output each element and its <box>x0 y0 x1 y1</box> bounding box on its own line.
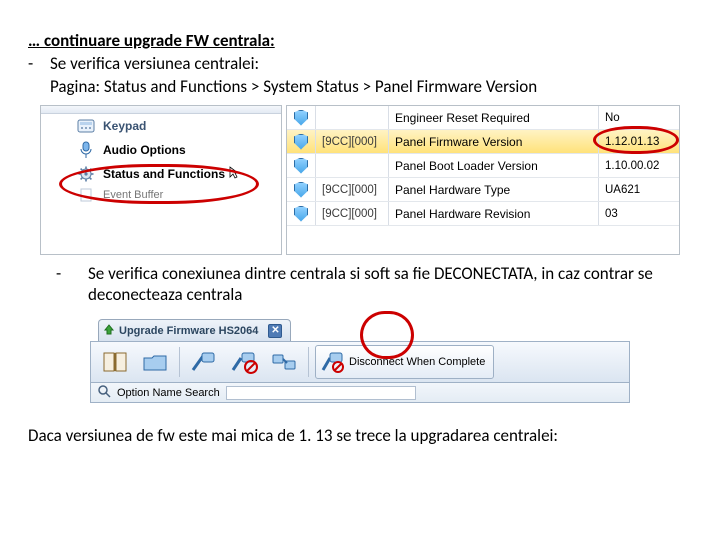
breadcrumb-line: Pagina: Status and Functions > System St… <box>28 76 692 97</box>
shield-icon <box>294 134 308 150</box>
nav-tree: Keypad Audio Options Status and Function… <box>40 105 282 255</box>
cell-value: UA621 <box>599 184 679 196</box>
table-row[interactable]: Engineer Reset Required No <box>287 106 679 130</box>
disconnect-button-label: Disconnect When Complete <box>349 356 485 368</box>
cell-value: 1.10.00.02 <box>599 160 679 172</box>
toolbar-book-button[interactable] <box>97 345 133 379</box>
cell-label: Engineer Reset Required <box>389 111 598 125</box>
toolbar-transfer-button[interactable] <box>266 345 302 379</box>
cell-code: [9CC][000] <box>316 208 388 220</box>
shield-icon <box>294 182 308 198</box>
table-row[interactable]: [9CC][000] Panel Hardware Type UA621 <box>287 178 679 202</box>
tree-item-event-buffer[interactable]: Event Buffer <box>41 186 281 204</box>
cell-value: No <box>599 112 679 124</box>
tree-item-label: Status and Functions <box>103 167 225 181</box>
cell-code: [9CC][000] <box>316 184 388 196</box>
tree-item-status-functions[interactable]: Status and Functions <box>41 162 281 186</box>
shield-icon <box>294 158 308 174</box>
closing-line: Daca versiunea de fw este mai mica de 1.… <box>28 425 692 446</box>
tree-item-keypad[interactable]: Keypad <box>41 114 281 138</box>
section-heading: … continuare upgrade FW centrala: <box>28 30 692 51</box>
screenshot-panel-info: Keypad Audio Options Status and Function… <box>40 105 680 255</box>
cell-label: Panel Boot Loader Version <box>389 159 598 173</box>
cell-label: Panel Hardware Revision <box>389 207 598 221</box>
cursor-icon <box>229 166 239 183</box>
tab-close-button[interactable]: ✕ <box>268 324 282 338</box>
microphone-icon <box>77 141 95 159</box>
cell-label: Panel Firmware Version <box>389 135 598 149</box>
toolbar-connect-button[interactable] <box>186 345 222 379</box>
table-row[interactable]: [9CC][000] Panel Firmware Version 1.12.0… <box>287 130 679 154</box>
tab-upgrade-firmware[interactable]: Upgrade Firmware HS2064 ✕ <box>98 319 291 341</box>
tree-item-label: Audio Options <box>103 143 186 157</box>
search-bar: Option Name Search <box>90 383 630 403</box>
screenshot-toolbar: Upgrade Firmware HS2064 ✕ Disconnect Whe… <box>90 315 630 405</box>
panel-info-table: Engineer Reset Required No [9CC][000] Pa… <box>286 105 680 255</box>
toolbar-disconnect-button[interactable] <box>226 345 262 379</box>
gear-icon <box>77 165 95 183</box>
search-label: Option Name Search <box>117 387 220 399</box>
arrow-up-icon <box>103 323 115 338</box>
search-input[interactable] <box>226 386 416 400</box>
document-icon <box>77 186 95 204</box>
tab-bar: Upgrade Firmware HS2064 ✕ <box>90 315 630 341</box>
cell-code: [9CC][000] <box>316 136 388 148</box>
bullet-2-text: Se verifica conexiunea dintre centrala s… <box>88 263 692 305</box>
tab-label: Upgrade Firmware HS2064 <box>119 325 258 337</box>
magnifier-icon <box>97 384 111 401</box>
tree-item-label: Keypad <box>103 119 146 133</box>
disconnect-when-complete-button[interactable]: Disconnect When Complete <box>315 345 494 379</box>
toolbar-folder-button[interactable] <box>137 345 173 379</box>
tree-item-audio[interactable]: Audio Options <box>41 138 281 162</box>
keypad-icon <box>77 117 95 135</box>
tree-item-label: Event Buffer <box>103 189 163 201</box>
bullet-1-text: Se verifica versiunea centralei: <box>50 53 259 74</box>
shield-icon <box>294 206 308 222</box>
cell-value: 03 <box>599 208 679 220</box>
shield-icon <box>294 110 308 126</box>
cell-label: Panel Hardware Type <box>389 183 598 197</box>
table-row[interactable]: [9CC][000] Panel Hardware Revision 03 <box>287 202 679 226</box>
bullet-2: - Se verifica conexiunea dintre centrala… <box>56 263 692 305</box>
table-row[interactable]: Panel Boot Loader Version 1.10.00.02 <box>287 154 679 178</box>
cell-value: 1.12.01.13 <box>599 136 679 148</box>
main-toolbar: Disconnect When Complete <box>90 341 630 383</box>
bullet-1: -Se verifica versiunea centralei: <box>28 53 692 74</box>
